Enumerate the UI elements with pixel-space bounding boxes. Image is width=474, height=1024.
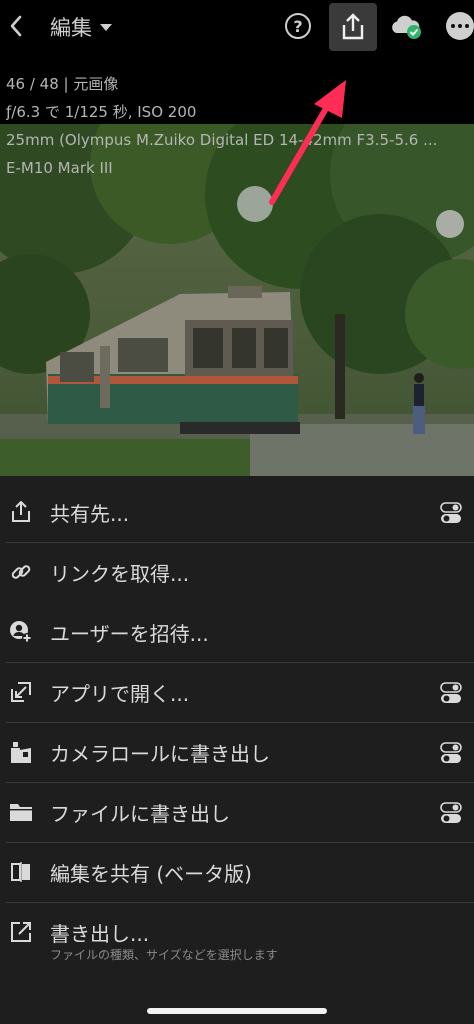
menu-item-invite-users[interactable]: ユーザーを招待... xyxy=(0,602,474,662)
help-icon: ? xyxy=(293,16,303,36)
top-bar: 編集 ? xyxy=(0,0,474,54)
menu-item-share-to[interactable]: 共有先... xyxy=(0,482,474,542)
share-button[interactable] xyxy=(329,3,377,51)
home-indicator[interactable] xyxy=(147,1008,327,1014)
menu-item-label: アプリで開く... xyxy=(50,682,190,706)
dot xyxy=(451,24,455,28)
lens-text: 25mm (Olympus M.Zuiko Digital ED 14-42mm… xyxy=(6,131,438,149)
help-button[interactable]: ? xyxy=(285,13,311,39)
menu-item-label: カメラロールに書き出し xyxy=(50,742,270,766)
folder-icon xyxy=(9,800,33,824)
share-menu-sheet: 共有先... リンクを取得... ユーザーを招待... アプリで開く... カメ… xyxy=(0,476,474,1024)
menu-item-label: ファイルに書き出し xyxy=(50,802,230,826)
menu-item-label: ユーザーを招待... xyxy=(50,622,209,646)
photo-index-text: 46 / 48 | 元画像 xyxy=(6,75,119,93)
dot xyxy=(458,24,462,28)
invite-user-icon xyxy=(9,620,33,644)
more-options-button[interactable] xyxy=(446,12,474,40)
edit-mode-label: 編集 xyxy=(50,16,92,40)
settings-toggle-icon[interactable] xyxy=(440,682,462,704)
cloud-synced-icon xyxy=(392,15,421,39)
menu-item-description: ファイルの種類、サイズなどを選択します xyxy=(50,948,278,962)
menu-item-export[interactable]: 書き出し... ファイルの種類、サイズなどを選択します xyxy=(0,902,474,972)
chevron-left-icon xyxy=(10,15,22,37)
menu-item-open-in-app[interactable]: アプリで開く... xyxy=(0,662,474,722)
link-icon xyxy=(9,560,33,584)
share-icon xyxy=(9,500,33,524)
exposure-text: ƒ/6.3 で 1/125 秒, ISO 200 xyxy=(6,103,197,121)
dot xyxy=(465,24,469,28)
menu-item-label: 書き出し... xyxy=(50,922,150,946)
share-edits-icon xyxy=(9,860,33,884)
camera-roll-icon xyxy=(9,740,33,764)
camera-model-text: E-M10 Mark III xyxy=(6,159,113,177)
menu-item-label: 共有先... xyxy=(50,502,130,526)
export-icon xyxy=(9,920,33,944)
photo-info-overlay: 46 / 48 | 元画像 ƒ/6.3 で 1/125 秒, ISO 200 2… xyxy=(6,70,446,182)
edit-mode-dropdown[interactable]: 編集 xyxy=(50,12,112,42)
caret-down-icon xyxy=(100,23,112,31)
settings-toggle-icon[interactable] xyxy=(440,802,462,824)
open-in-app-icon xyxy=(9,680,33,704)
menu-item-export-camera-roll[interactable]: カメラロールに書き出し xyxy=(0,722,474,782)
menu-item-label: 編集を共有 (ベータ版) xyxy=(50,862,252,886)
cloud-sync-button[interactable] xyxy=(388,12,424,42)
menu-item-get-link[interactable]: リンクを取得... xyxy=(0,542,474,602)
menu-item-share-edits[interactable]: 編集を共有 (ベータ版) xyxy=(0,842,474,902)
menu-item-export-files[interactable]: ファイルに書き出し xyxy=(0,782,474,842)
settings-toggle-icon[interactable] xyxy=(440,742,462,764)
settings-toggle-icon[interactable] xyxy=(440,502,462,524)
share-icon xyxy=(342,13,364,40)
back-button[interactable] xyxy=(4,10,28,42)
menu-item-label: リンクを取得... xyxy=(50,562,190,586)
